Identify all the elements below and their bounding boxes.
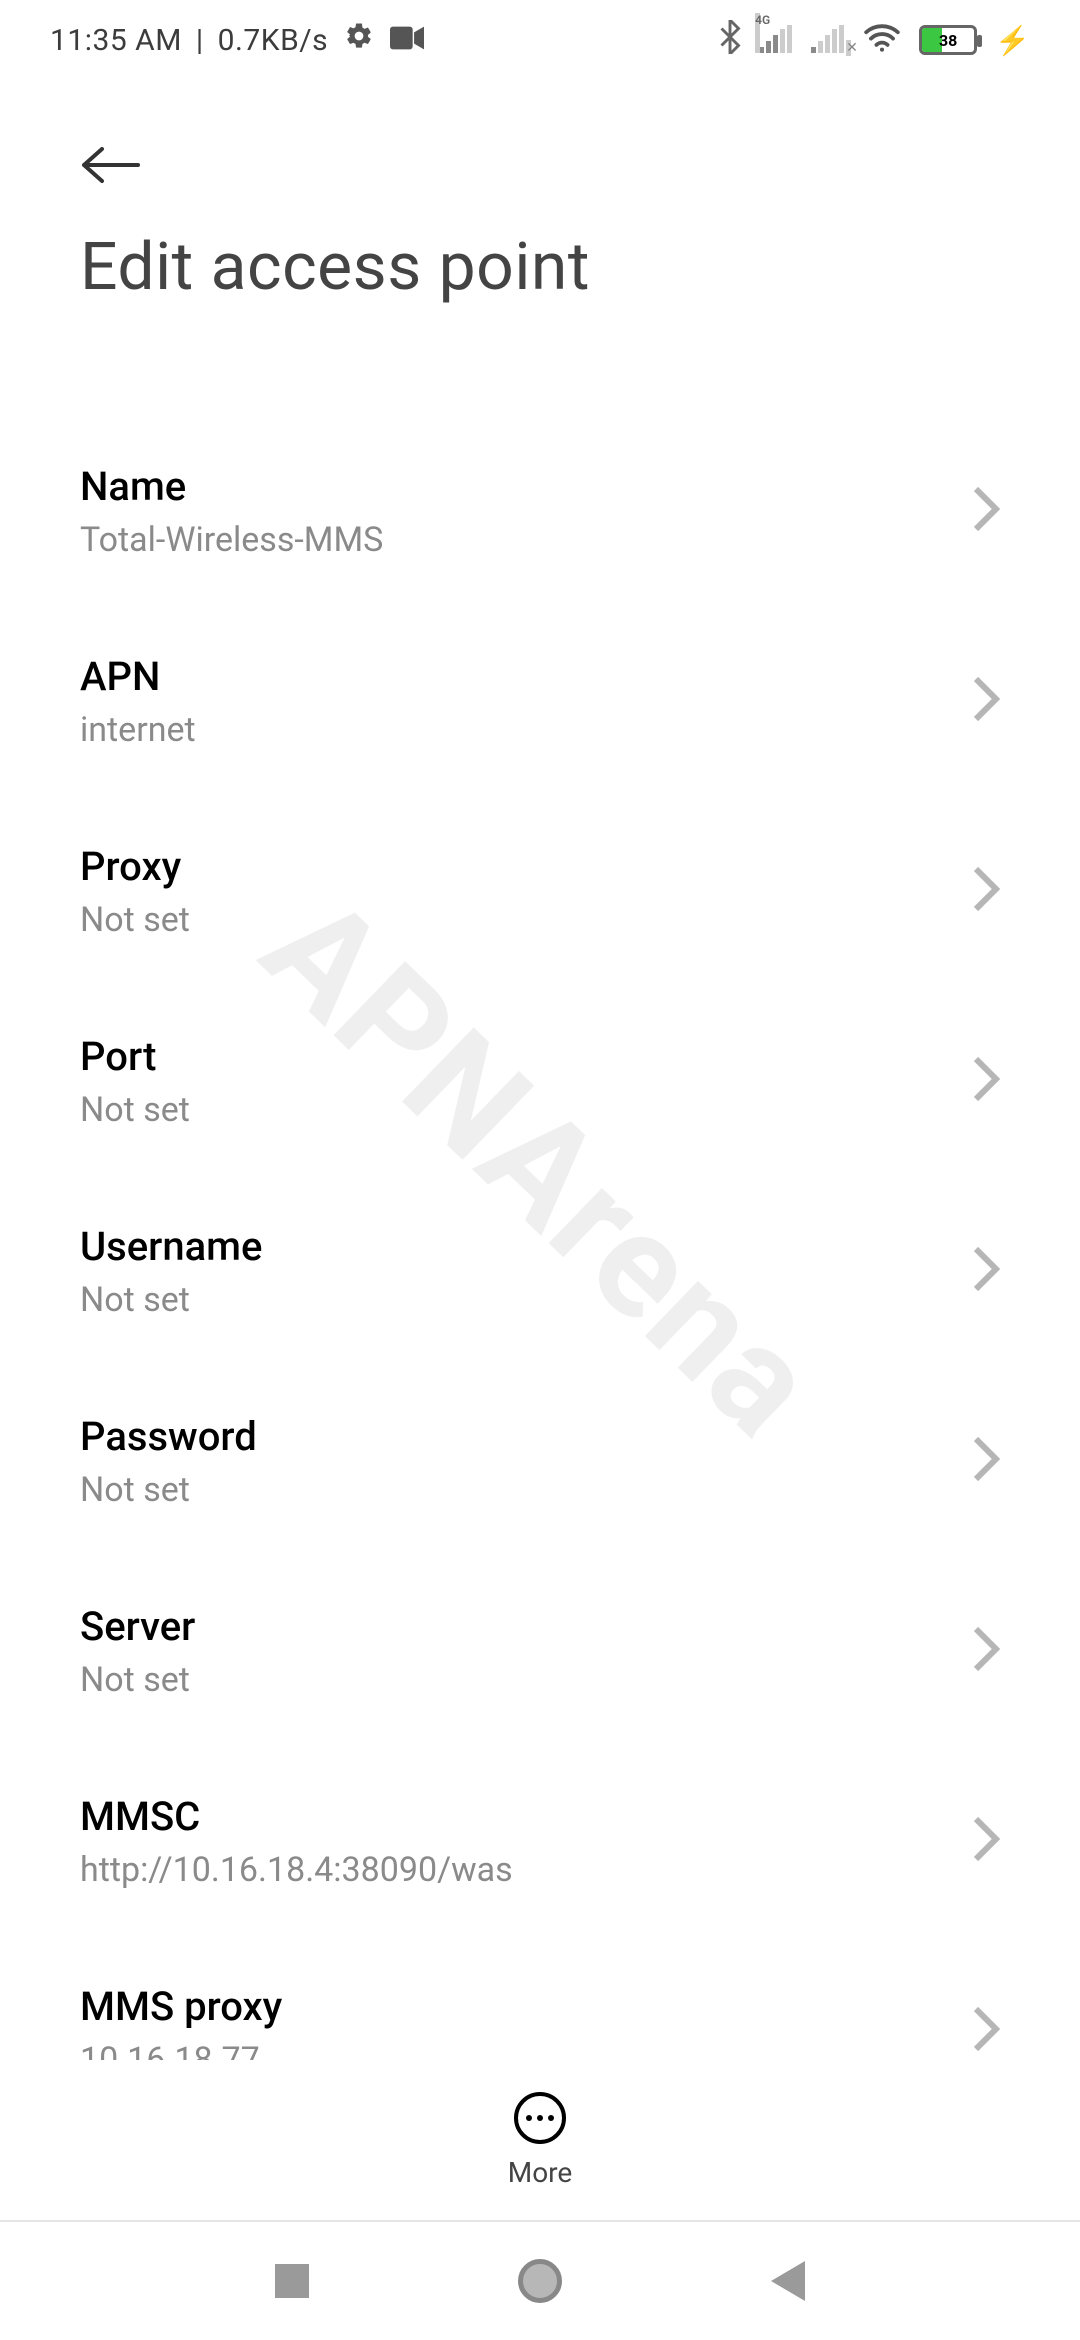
page-title: Edit access point	[80, 229, 1000, 306]
apn-item-apn[interactable]: APN internet	[80, 606, 1000, 796]
item-label: MMS proxy	[80, 1983, 910, 2030]
chevron-right-icon	[972, 485, 1000, 537]
statusbar-time: 11:35 AM	[50, 23, 182, 58]
more-icon	[514, 2092, 566, 2144]
item-label: Username	[80, 1223, 910, 1270]
chevron-right-icon	[972, 2005, 1000, 2057]
apn-item-server[interactable]: Server Not set	[80, 1556, 1000, 1746]
statusbar-left: 11:35 AM | 0.7KB/s	[50, 21, 424, 59]
item-label: Password	[80, 1413, 910, 1460]
signal-sim2-icon: ✕	[811, 27, 845, 53]
item-label: Server	[80, 1603, 910, 1650]
item-label: APN	[80, 653, 910, 700]
more-label: More	[508, 2156, 573, 2189]
charging-icon: ⚡	[995, 24, 1030, 57]
chevron-right-icon	[972, 1245, 1000, 1297]
nav-home-button[interactable]	[518, 2259, 562, 2303]
signal-sim1-icon: 4G	[759, 27, 793, 53]
item-label: Port	[80, 1033, 910, 1080]
statusbar-right: 4G ✕ 38 ⚡	[719, 20, 1030, 60]
statusbar-separator: |	[188, 23, 212, 58]
chevron-right-icon	[972, 1815, 1000, 1867]
apn-item-proxy[interactable]: Proxy Not set	[80, 796, 1000, 986]
apn-item-username[interactable]: Username Not set	[80, 1176, 1000, 1366]
item-value: internet	[80, 710, 910, 750]
item-label: Name	[80, 463, 910, 510]
battery-icon: 38	[919, 25, 977, 55]
item-value: Not set	[80, 1280, 910, 1320]
item-label: MMSC	[80, 1793, 910, 1840]
android-navbar	[0, 2220, 1080, 2340]
apn-item-mms-proxy[interactable]: MMS proxy 10.16.18.77	[80, 1936, 1000, 2076]
no-sim-icon: ✕	[846, 40, 851, 56]
bottom-action-bar: More	[0, 2060, 1080, 2220]
chevron-right-icon	[972, 1055, 1000, 1107]
bluetooth-icon	[719, 20, 741, 60]
apn-item-name[interactable]: Name Total-Wireless-MMS	[80, 416, 1000, 606]
apn-settings-list[interactable]: Name Total-Wireless-MMS APN internet Pro…	[0, 316, 1080, 2076]
item-value: Not set	[80, 1090, 910, 1130]
page-header: Edit access point	[0, 80, 1080, 316]
item-value: http://10.16.18.4:38090/was	[80, 1850, 910, 1890]
nav-recents-button[interactable]	[275, 2264, 309, 2298]
item-label: Proxy	[80, 843, 910, 890]
battery-percent: 38	[922, 28, 974, 52]
chevron-right-icon	[972, 865, 1000, 917]
video-icon	[390, 23, 424, 58]
apn-item-mmsc[interactable]: MMSC http://10.16.18.4:38090/was	[80, 1746, 1000, 1936]
more-button[interactable]: More	[508, 2092, 573, 2189]
chevron-right-icon	[972, 1435, 1000, 1487]
item-value: Not set	[80, 1660, 910, 1700]
nav-back-button[interactable]	[771, 2261, 805, 2301]
back-button[interactable]	[80, 135, 1000, 229]
gear-icon	[344, 21, 374, 59]
apn-item-port[interactable]: Port Not set	[80, 986, 1000, 1176]
chevron-right-icon	[972, 1625, 1000, 1677]
item-value: Not set	[80, 1470, 910, 1510]
statusbar-netspeed: 0.7KB/s	[218, 23, 329, 58]
network-type-label: 4G	[755, 13, 760, 53]
item-value: Not set	[80, 900, 910, 940]
wifi-icon	[863, 22, 901, 58]
apn-item-password[interactable]: Password Not set	[80, 1366, 1000, 1556]
item-value: Total-Wireless-MMS	[80, 520, 910, 560]
chevron-right-icon	[972, 675, 1000, 727]
statusbar: 11:35 AM | 0.7KB/s 4G ✕ 38 ⚡	[0, 0, 1080, 80]
